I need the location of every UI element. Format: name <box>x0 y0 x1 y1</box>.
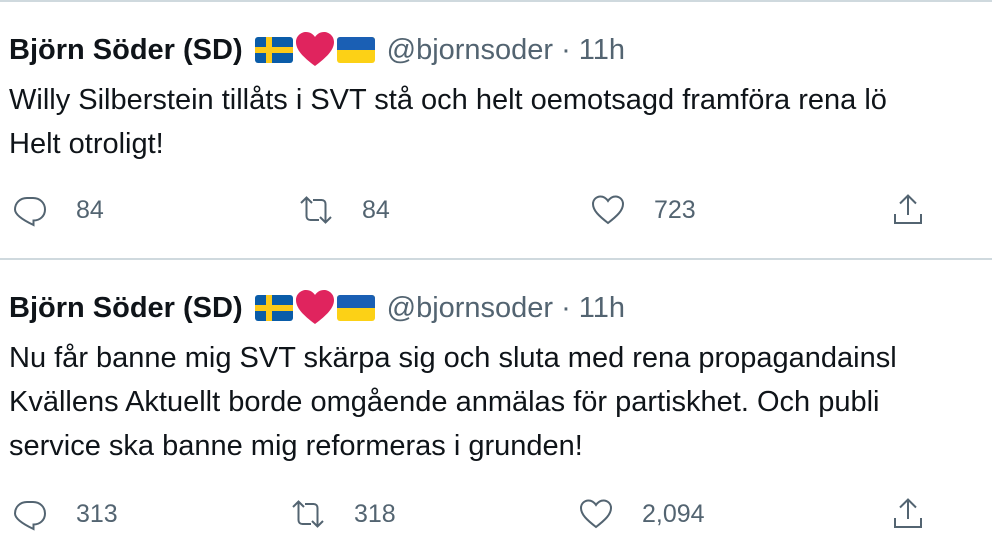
name-emojis <box>254 32 375 68</box>
reply-button[interactable]: 313 <box>12 492 118 536</box>
swedish-flag-icon <box>254 295 293 321</box>
share-icon <box>894 194 922 224</box>
separator-dot: · <box>561 34 571 66</box>
ukrainian-flag-icon <box>336 295 375 321</box>
tweet-header: Björn Söder (SD) @bjornsoder · 11h <box>9 30 625 70</box>
reply-icon <box>13 197 47 227</box>
like-icon <box>591 195 625 225</box>
swedish-flag-icon <box>254 37 293 63</box>
share-icon <box>894 498 922 528</box>
separator-dot: · <box>561 292 571 324</box>
tweet[interactable]: Björn Söder (SD) @bjornsoder · 11h Nu få… <box>0 260 992 558</box>
name-emojis <box>254 290 375 326</box>
retweet-count: 318 <box>354 499 396 528</box>
ukrainian-flag-icon <box>336 37 375 63</box>
retweet-icon <box>300 196 332 224</box>
like-icon <box>579 499 613 529</box>
reply-count: 313 <box>76 499 118 528</box>
author-handle[interactable]: @bjornsoder <box>387 288 553 328</box>
reply-button[interactable]: 84 <box>12 188 104 232</box>
tweet[interactable]: Björn Söder (SD) @bjornsoder · 11h Willy… <box>0 2 992 258</box>
red-heart-icon <box>295 32 334 66</box>
tweet-actions: 313 318 2,094 <box>0 492 992 536</box>
retweet-count: 84 <box>362 195 390 224</box>
share-button[interactable] <box>890 188 926 232</box>
timestamp[interactable]: 11h <box>579 288 625 328</box>
author-handle[interactable]: @bjornsoder <box>387 30 553 70</box>
like-count: 2,094 <box>642 499 705 528</box>
retweet-button[interactable]: 84 <box>298 188 390 232</box>
like-button[interactable]: 723 <box>590 188 696 232</box>
red-heart-icon <box>295 290 334 324</box>
reply-count: 84 <box>76 195 104 224</box>
tweet-header: Björn Söder (SD) @bjornsoder · 11h <box>9 288 625 328</box>
tweet-feed: Björn Söder (SD) @bjornsoder · 11h Willy… <box>0 0 992 558</box>
share-button[interactable] <box>890 492 926 536</box>
retweet-icon <box>292 500 324 528</box>
tweet-text: Willy Silberstein tillåts i SVT stå och … <box>9 84 887 160</box>
like-count: 723 <box>654 195 696 224</box>
reply-icon <box>13 501 47 531</box>
author-name[interactable]: Björn Söder (SD) <box>9 288 243 328</box>
like-button[interactable]: 2,094 <box>578 492 705 536</box>
author-name[interactable]: Björn Söder (SD) <box>9 30 243 70</box>
tweet-text: Nu får banne mig SVT skärpa sig och slut… <box>9 342 897 462</box>
timestamp[interactable]: 11h <box>579 30 625 70</box>
retweet-button[interactable]: 318 <box>290 492 396 536</box>
tweet-actions: 84 84 723 <box>0 188 992 232</box>
